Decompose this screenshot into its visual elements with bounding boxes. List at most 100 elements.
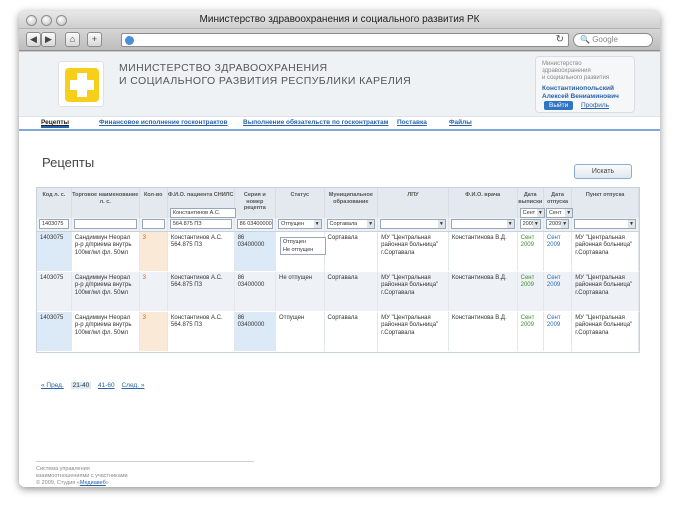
- footer-copyright: © 2009, Студия «Медиавеб»: [36, 480, 254, 487]
- pagination: « Пред. 21-40 41-60 След. »: [41, 382, 149, 389]
- cell-date-issue-month: Сент: [520, 234, 535, 241]
- filter-date-release-year-select[interactable]: 2009 ▼: [545, 219, 570, 229]
- cell-patient: Константинов А.С. 564.875 ПЗ: [167, 271, 235, 312]
- cell-date-issue: Сент 2009: [517, 311, 544, 352]
- chevron-down-icon: ▼: [536, 209, 544, 217]
- col-header-status[interactable]: Статус: [275, 188, 325, 218]
- chevron-down-icon: ▼: [367, 220, 375, 228]
- browser-toolbar: ◀ ▶ ⌂ + ↻ 🔍 Google: [19, 29, 660, 51]
- filter-date-issue-year-select[interactable]: 2009 ▼: [519, 219, 541, 229]
- cell-name: Сандиммун Неорал р-р д/приема внутрь 100…: [71, 311, 140, 352]
- chevron-down-icon: ▼: [565, 209, 573, 217]
- col-header-lpu[interactable]: ЛПУ: [377, 188, 449, 218]
- profile-link[interactable]: Профиль: [581, 102, 609, 109]
- status-option-released[interactable]: Отпущен: [283, 239, 323, 247]
- org-name-line2: И СОЦИАЛЬНОГО РАЗВИТИЯ РЕСПУБЛИКИ КАРЕЛИ…: [119, 75, 412, 87]
- footer-line2: взаимоотношениями с участниками: [36, 473, 128, 479]
- cell-doctor: Константинова В.Д.: [448, 271, 518, 312]
- cell-recipe: 86 03400000: [234, 271, 277, 312]
- table-row[interactable]: 1403075 Сандиммун Неорал р-р д/приема вну…: [37, 231, 639, 272]
- filter-date-issue-month-select[interactable]: Сент ▼: [519, 208, 545, 218]
- cell-date-release-month: Сент: [546, 234, 561, 241]
- filter-qty-input[interactable]: [141, 219, 165, 229]
- filter-row: 1403075 Константинов А.С. 564.875 ПЗ 86 …: [37, 208, 639, 232]
- cell-lpu: МУ "Центральная районная больница" г.Сор…: [377, 271, 449, 312]
- cell-date-release: Сент 2009: [543, 311, 573, 352]
- col-header-point[interactable]: Пункт отпуска: [571, 188, 639, 218]
- pager-next-range-link[interactable]: 41-60: [98, 382, 115, 389]
- pager-next-link[interactable]: След. »: [121, 382, 144, 389]
- title-bar: Министерство здравоохранения и социально…: [19, 11, 660, 29]
- user-name-line1[interactable]: Константинопольский: [542, 85, 628, 93]
- cell-date-release-month: Сент: [546, 314, 561, 321]
- home-icon[interactable]: ⌂: [65, 32, 80, 47]
- col-header-municipal[interactable]: Муниципальное образование: [324, 188, 379, 218]
- footer: Система управления взаимоотношениями с у…: [36, 461, 254, 487]
- cell-date-release: Сент 2009: [543, 271, 573, 312]
- cell-date-issue-month: Сент: [520, 274, 535, 281]
- tab-delivery[interactable]: Поставка: [397, 119, 427, 126]
- filter-date-release-month: Сент: [548, 210, 562, 216]
- forward-icon[interactable]: ▶: [41, 32, 56, 47]
- cell-patient: Константинов А.С. 564.875 ПЗ: [167, 311, 235, 352]
- add-bookmark-icon[interactable]: +: [87, 32, 102, 47]
- cell-code: 1403075: [37, 311, 72, 352]
- cell-date-release-year: 2009: [546, 242, 561, 248]
- table-row[interactable]: 1403075 Сандиммун Неорал р-р д/приема вну…: [37, 271, 639, 312]
- cell-point: МУ "Центральная районная больница" г.Сор…: [571, 271, 639, 312]
- address-bar[interactable]: ↻: [121, 33, 569, 47]
- filter-code-input[interactable]: 1403075: [39, 219, 69, 229]
- cell-recipe: 86 03400000: [234, 311, 277, 352]
- cell-recipe: 86 03400000: [234, 231, 277, 272]
- filter-doctor-select[interactable]: ▼: [450, 219, 515, 229]
- tab-recipes[interactable]: Рецепты: [41, 119, 70, 128]
- filter-point-select[interactable]: ▼: [574, 219, 636, 229]
- tab-obligations[interactable]: Выполнение обязательств по госконтрактам: [243, 119, 389, 126]
- back-icon[interactable]: ◀: [26, 32, 41, 47]
- cell-point: МУ "Центральная районная больница" г.Сор…: [571, 231, 639, 272]
- logout-button[interactable]: Выйти: [544, 101, 574, 110]
- filter-date-release-month-select[interactable]: Сент ▼: [545, 208, 574, 218]
- pager-prev-link[interactable]: « Пред.: [41, 382, 64, 389]
- filter-recipe-input[interactable]: 86 03400000: [236, 219, 274, 229]
- user-org-line1: Министерство здравоохранения: [542, 61, 591, 74]
- user-name-line2[interactable]: Алексей Вениаминович: [542, 93, 628, 101]
- col-header-qty[interactable]: Кол-во: [139, 188, 168, 218]
- cell-date-issue-month: Сент: [520, 314, 535, 321]
- cell-municipal: Сортавала: [324, 271, 379, 312]
- col-header-code[interactable]: Код л. с.: [37, 188, 72, 218]
- org-name: МИНИСТЕРСТВО ЗДРАВООХРАНЕНИЯ И СОЦИАЛЬНО…: [119, 62, 411, 88]
- studio-link[interactable]: Медиавеб: [80, 480, 106, 486]
- filter-status-select[interactable]: Отпущен ▼: [278, 219, 322, 229]
- filter-patient-snils-input[interactable]: 564.875 ПЗ: [169, 219, 232, 229]
- filter-municipal-select[interactable]: Сортавала ▼: [326, 219, 376, 229]
- browser-search-placeholder: Google: [592, 35, 618, 44]
- cell-date-issue: Сент 2009: [517, 231, 544, 272]
- chevron-down-icon: ▼: [628, 220, 635, 228]
- status-dropdown-list: Отпущен Не отпущен: [280, 237, 326, 255]
- tab-financial[interactable]: Финансовое исполнение госконтрактов: [99, 119, 228, 126]
- org-name-line1: МИНИСТЕРСТВО ЗДРАВООХРАНЕНИЯ: [119, 62, 328, 74]
- cell-doctor: Константинова В.Д.: [448, 311, 518, 352]
- col-header-doctor[interactable]: Ф.И.О. врача: [448, 188, 518, 218]
- filter-lpu-select[interactable]: ▼: [380, 219, 446, 229]
- chevron-down-icon: ▼: [561, 220, 569, 228]
- col-header-name[interactable]: Торговое наименование л. с.: [71, 188, 140, 218]
- filter-name-input[interactable]: [73, 219, 137, 229]
- cell-lpu: МУ "Центральная районная больница" г.Сор…: [377, 311, 449, 352]
- recipes-table: Код л. с. Торговое наименование л. с. Ко…: [36, 187, 640, 353]
- filter-patient-name-input[interactable]: Константинов А.С.: [169, 208, 236, 218]
- reload-icon[interactable]: ↻: [556, 34, 564, 45]
- browser-window: Министерство здравоохранения и социально…: [19, 11, 660, 487]
- col-header-recipe[interactable]: Серия и номер рецепта: [234, 188, 277, 218]
- page: МИНИСТЕРСТВО ЗДРАВООХРАНЕНИЯ И СОЦИАЛЬНО…: [19, 52, 660, 487]
- ministry-logo[interactable]: [58, 61, 104, 107]
- chevron-down-icon: ▼: [313, 220, 321, 228]
- pager-current-range: 21-40: [70, 382, 92, 389]
- table-row[interactable]: 1403075 Сандиммун Неорал р-р д/приема вну…: [37, 311, 639, 352]
- tab-files[interactable]: Файлы: [449, 119, 472, 126]
- cell-lpu: МУ "Центральная районная больница" г.Сор…: [377, 231, 449, 272]
- browser-search-field[interactable]: 🔍 Google: [573, 33, 653, 47]
- status-option-not-released[interactable]: Не отпущен: [283, 247, 323, 255]
- search-button[interactable]: Искать: [574, 164, 632, 179]
